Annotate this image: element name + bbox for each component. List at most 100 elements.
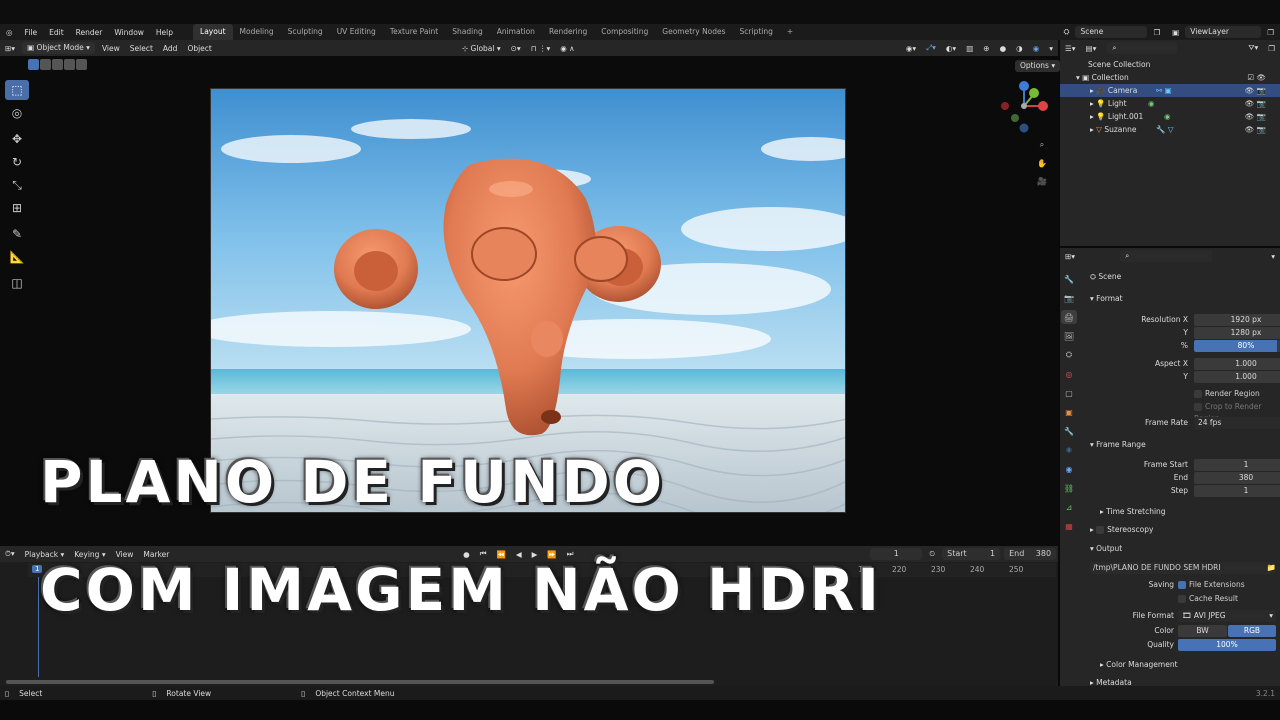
select-box-icon[interactable]: ⬚ bbox=[5, 80, 29, 100]
xray-icon[interactable]: ▥ bbox=[961, 44, 978, 53]
suzanne-visibility-icon[interactable]: 👁 📷 bbox=[1245, 123, 1266, 136]
camera-data-icon[interactable]: ⚯ ▣ bbox=[1156, 84, 1172, 97]
select-mode-extend-icon[interactable] bbox=[40, 59, 51, 70]
shading-material-icon[interactable]: ◑ bbox=[1011, 44, 1028, 53]
properties-search-input[interactable]: ⌕ bbox=[1120, 250, 1213, 262]
pan-hand-icon[interactable]: ✋ bbox=[1034, 156, 1050, 170]
tool-tab-icon[interactable]: 🔧 bbox=[1061, 272, 1077, 286]
annotate-icon[interactable]: ✎ bbox=[5, 224, 29, 244]
light001-data-icon[interactable]: ◉ bbox=[1164, 110, 1171, 123]
move-icon[interactable]: ✥ bbox=[5, 129, 29, 149]
mode-dropdown[interactable]: ▣ Object Mode ▾ bbox=[22, 42, 95, 54]
pivot-icon[interactable]: ⊙▾ bbox=[506, 44, 526, 53]
light-visibility-icon[interactable]: 👁 📷 bbox=[1245, 97, 1266, 110]
world-tab-icon[interactable]: ◎ bbox=[1061, 367, 1077, 381]
frame-step-field[interactable]: 1 bbox=[1194, 485, 1280, 497]
cursor-icon[interactable]: ◎ bbox=[5, 103, 29, 123]
cache-result-box[interactable] bbox=[1178, 595, 1186, 603]
outliner-item-light001[interactable]: ▸ 💡 Light.001 ◉ 👁 📷 bbox=[1060, 110, 1280, 123]
tab-shading[interactable]: Shading bbox=[445, 24, 489, 40]
tab-rendering[interactable]: Rendering bbox=[542, 24, 594, 40]
render-region-checkbox[interactable]: Render Region bbox=[1194, 388, 1260, 400]
collection-visibility-icon[interactable]: ☑ 👁 bbox=[1247, 71, 1266, 84]
transform-orientation-dropdown[interactable]: ⊹ Global ▾ bbox=[457, 44, 506, 53]
scene-tab-icon[interactable]: ⛭ bbox=[1061, 348, 1077, 362]
frame-rate-dropdown[interactable]: 24 fps▾ bbox=[1194, 417, 1280, 429]
file-extensions-box[interactable] bbox=[1178, 581, 1186, 589]
visibility-icon[interactable]: ◉▾ bbox=[901, 44, 921, 53]
tab-scripting[interactable]: Scripting bbox=[733, 24, 780, 40]
tab-modeling[interactable]: Modeling bbox=[233, 24, 281, 40]
menu-help[interactable]: Help bbox=[150, 28, 179, 37]
select-mode-intersect-icon[interactable] bbox=[76, 59, 87, 70]
outliner-collection[interactable]: ▾ ▣ Collection ☑ 👁 bbox=[1060, 71, 1280, 84]
crop-region-box[interactable] bbox=[1194, 403, 1202, 411]
overlay-toggle-icon[interactable]: ◐▾ bbox=[941, 44, 961, 53]
select-mode-new-icon[interactable] bbox=[28, 59, 39, 70]
shading-solid-icon[interactable]: ● bbox=[995, 44, 1012, 53]
tab-sculpting[interactable]: Sculpting bbox=[281, 24, 330, 40]
data-tab-icon[interactable]: ⊿ bbox=[1061, 500, 1077, 514]
aspect-x-field[interactable]: 1.000 bbox=[1194, 358, 1280, 370]
camera-view-icon[interactable]: 🎥 bbox=[1034, 174, 1050, 188]
snap-icon[interactable]: ⊓ ⋮▾ bbox=[526, 44, 556, 53]
frame-start-field[interactable]: 1 bbox=[1194, 459, 1280, 471]
measure-icon[interactable]: 📐 bbox=[5, 247, 29, 267]
options-dropdown[interactable]: Options ▾ bbox=[1015, 60, 1061, 72]
select-menu[interactable]: Select bbox=[125, 44, 158, 53]
new-scene-icon[interactable]: ❐ bbox=[1147, 28, 1166, 37]
outliner-item-camera[interactable]: ▸ 🎥 Camera ⚯ ▣ 👁 📷 bbox=[1060, 84, 1280, 97]
format-panel-header[interactable]: ▾ Format bbox=[1090, 294, 1123, 303]
new-collection-icon[interactable]: ❐ bbox=[1263, 44, 1280, 53]
tab-compositing[interactable]: Compositing bbox=[594, 24, 655, 40]
color-management-subpanel[interactable]: ▸ Color Management bbox=[1100, 660, 1178, 669]
zoom-icon[interactable]: ⌕ bbox=[1034, 138, 1050, 152]
constraints-tab-icon[interactable]: ⛓ bbox=[1061, 481, 1077, 495]
menu-window[interactable]: Window bbox=[108, 28, 150, 37]
menu-render[interactable]: Render bbox=[70, 28, 109, 37]
file-extensions-checkbox[interactable]: File Extensions bbox=[1178, 579, 1245, 591]
tab-texture-paint[interactable]: Texture Paint bbox=[383, 24, 445, 40]
outliner-item-light[interactable]: ▸ 💡 Light ◉ 👁 📷 bbox=[1060, 97, 1280, 110]
outliner-search-input[interactable]: ⌕ bbox=[1107, 42, 1178, 54]
scene-selector[interactable]: Scene bbox=[1075, 26, 1148, 38]
menu-file[interactable]: File bbox=[19, 28, 44, 37]
gizmo-x-axis[interactable] bbox=[1038, 101, 1048, 111]
collection-tab-icon[interactable]: ▢ bbox=[1061, 386, 1077, 400]
timeline-scrollbar[interactable] bbox=[6, 680, 714, 684]
frame-end-field[interactable]: 380 bbox=[1194, 472, 1280, 484]
gizmo-z-axis[interactable] bbox=[1019, 81, 1029, 91]
time-stretching-subpanel[interactable]: ▸ Time Stretching bbox=[1100, 507, 1166, 516]
render-tab-icon[interactable]: 📷 bbox=[1061, 291, 1077, 305]
shading-options-icon[interactable]: ▾ bbox=[1044, 44, 1058, 53]
object-menu[interactable]: Object bbox=[182, 44, 216, 53]
start-frame-field[interactable]: Start 1 bbox=[942, 548, 1001, 560]
tab-animation[interactable]: Animation bbox=[490, 24, 542, 40]
stereoscopy-panel-header[interactable]: ▸ Stereoscopy bbox=[1090, 525, 1153, 534]
tab-uv-editing[interactable]: UV Editing bbox=[330, 24, 383, 40]
file-format-dropdown[interactable]: 🎞 AVI JPEG ▾ bbox=[1178, 610, 1276, 622]
texture-tab-icon[interactable]: ▦ bbox=[1061, 519, 1077, 533]
navigation-gizmo[interactable] bbox=[994, 78, 1054, 138]
viewlayer-selector[interactable]: ViewLayer bbox=[1185, 26, 1262, 38]
color-bw-button[interactable]: BW bbox=[1178, 625, 1227, 637]
viewlayer-icon[interactable]: ▣ bbox=[1166, 28, 1185, 37]
properties-options-icon[interactable]: ▾ bbox=[1266, 252, 1280, 261]
rotate-icon[interactable]: ↻ bbox=[5, 152, 29, 172]
filter-icon[interactable]: ⛛▾ bbox=[1243, 43, 1263, 53]
add-workspace-button[interactable]: + bbox=[780, 24, 800, 40]
output-tab-icon[interactable]: 🖨 bbox=[1061, 310, 1077, 324]
outliner-item-suzanne[interactable]: ▸ ▽ Suzanne 🔧 ▽ 👁 📷 bbox=[1060, 123, 1280, 136]
resolution-percent-slider[interactable]: 80% bbox=[1194, 340, 1280, 352]
color-rgb-button[interactable]: RGB bbox=[1228, 625, 1276, 637]
physics-tab-icon[interactable]: ◉ bbox=[1061, 462, 1077, 476]
view-layer-tab-icon[interactable]: 🖼 bbox=[1061, 329, 1077, 343]
metadata-panel-header[interactable]: ▸ Metadata bbox=[1090, 678, 1132, 687]
gizmo-y-axis[interactable] bbox=[1029, 88, 1039, 98]
cache-result-checkbox[interactable]: Cache Result bbox=[1178, 593, 1238, 605]
outliner-editor-icon[interactable]: ☰▾ bbox=[1060, 44, 1081, 53]
display-mode-icon[interactable]: ▤▾ bbox=[1081, 44, 1102, 53]
aspect-y-field[interactable]: 1.000 bbox=[1194, 371, 1280, 383]
gizmo-toggle-icon[interactable]: ⤢▾ bbox=[921, 43, 941, 53]
select-mode-invert-icon[interactable] bbox=[64, 59, 75, 70]
